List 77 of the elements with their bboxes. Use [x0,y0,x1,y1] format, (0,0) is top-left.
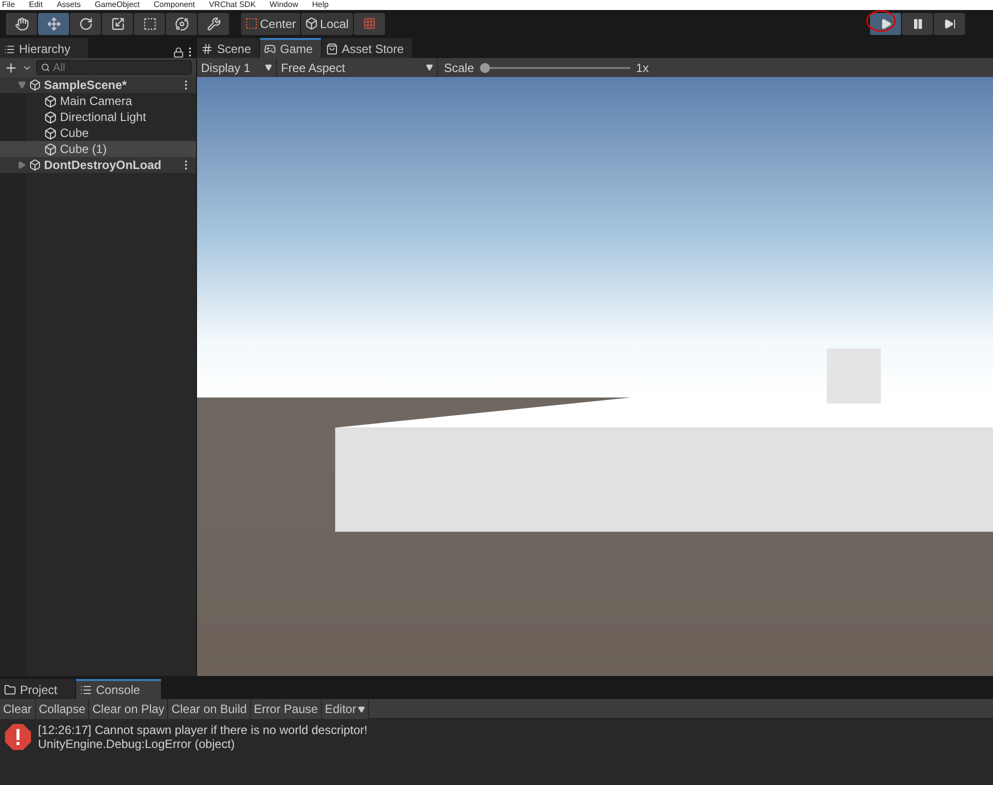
menu-item[interactable]: GameObject [94,0,140,10]
custom-tool-button[interactable] [198,12,229,34]
error-icon [4,723,32,751]
view-tab[interactable]: Asset Store [322,38,412,58]
console-button[interactable]: Error Pause [250,699,322,719]
expanded-arrow-icon[interactable] [18,81,26,89]
play-icon [880,18,892,30]
grid-snap-button[interactable] [354,12,385,34]
cube-icon [44,126,57,140]
cube-icon [305,17,318,30]
center-pivot-button[interactable]: Center [241,12,300,34]
collapsed-arrow-icon[interactable] [18,161,26,169]
hierarchy-item[interactable]: Main Camera [0,93,196,109]
log-stack-trace: UnityEngine.Debug:LogError (object) [38,737,236,751]
menu-item[interactable]: File [2,0,15,10]
console-button[interactable]: Clear on Play [89,699,168,719]
lock-icon[interactable] [173,47,184,58]
step-icon [944,18,956,30]
game-tab-icon [264,43,276,55]
menu-item[interactable]: Component [154,0,195,10]
transform-tool-icon [174,16,188,30]
rotate-tool-button[interactable] [70,12,101,34]
grid-icon [362,17,376,30]
caret-icon [426,64,433,71]
caret-icon [358,706,366,712]
menu-item[interactable]: Edit [28,0,43,10]
cube-icon [44,142,57,156]
bottom-tab[interactable]: Project [0,679,75,699]
caret-icon [265,64,272,71]
hierarchy-item[interactable]: DontDestroyOnLoad [0,157,196,173]
log-entry[interactable]: [12:26:17] Cannot spawn player if there is no world descriptor! UnityEngine.Debug:LogError (object) [0,719,993,755]
custom-tool-icon [206,16,220,30]
scale-tool-icon [110,16,124,30]
search-field[interactable]: All [36,60,192,75]
view-tab[interactable]: Scene [197,38,260,58]
rect-tool-button[interactable] [134,12,165,34]
scene-tab-icon [201,43,213,55]
pivot-center-icon [245,17,258,30]
console-button[interactable]: Collapse [36,699,90,719]
transform-tool-button[interactable] [166,12,197,34]
console-button[interactable]: Clear [0,699,36,719]
scale-reading: 1x [636,60,649,74]
menu-item[interactable]: Help [312,0,329,10]
console-button[interactable]: Editor [322,699,370,719]
cube [826,348,881,404]
rect-tool-icon [142,16,156,30]
hierarchy-item[interactable]: Directional Light [0,109,196,125]
move-tool-button[interactable] [38,12,69,34]
log-message: [12:26:17] Cannot spawn player if there is no world descriptor! [38,723,368,737]
search-icon [41,63,50,72]
bottom-tab[interactable]: Console [76,679,161,699]
view-tab[interactable]: Game [260,38,321,58]
scale-label: Scale [444,60,474,74]
add-icon[interactable] [4,60,18,74]
cube-icon [44,110,57,124]
project-tab-icon [4,684,16,696]
step-button[interactable] [934,12,965,34]
pause-button[interactable] [902,12,933,34]
hierarchy-item[interactable]: Cube [0,125,196,141]
rotate-tool-icon [78,16,92,30]
scale-tool-button[interactable] [102,12,133,34]
local-pivot-button[interactable]: Local [301,12,353,34]
list-icon [4,44,15,54]
play-button[interactable] [870,12,901,34]
hand-tool-button[interactable] [6,12,37,34]
hierarchy-tab[interactable]: Hierarchy [0,38,88,58]
store-tab-icon [326,43,338,55]
hierarchy-item[interactable]: SampleScene* [0,77,196,93]
pause-icon [912,18,924,30]
menu-item[interactable]: Assets [56,0,81,10]
cube-icon [44,94,57,108]
hierarchy-item[interactable]: Cube (1) [0,141,196,157]
move-tool-icon [46,16,60,30]
menu-item[interactable]: Window [270,0,298,10]
hand-tool-icon [14,16,28,30]
console-button[interactable]: Clear on Build [168,699,251,719]
menu-item[interactable]: VRChat SDK [208,0,256,10]
